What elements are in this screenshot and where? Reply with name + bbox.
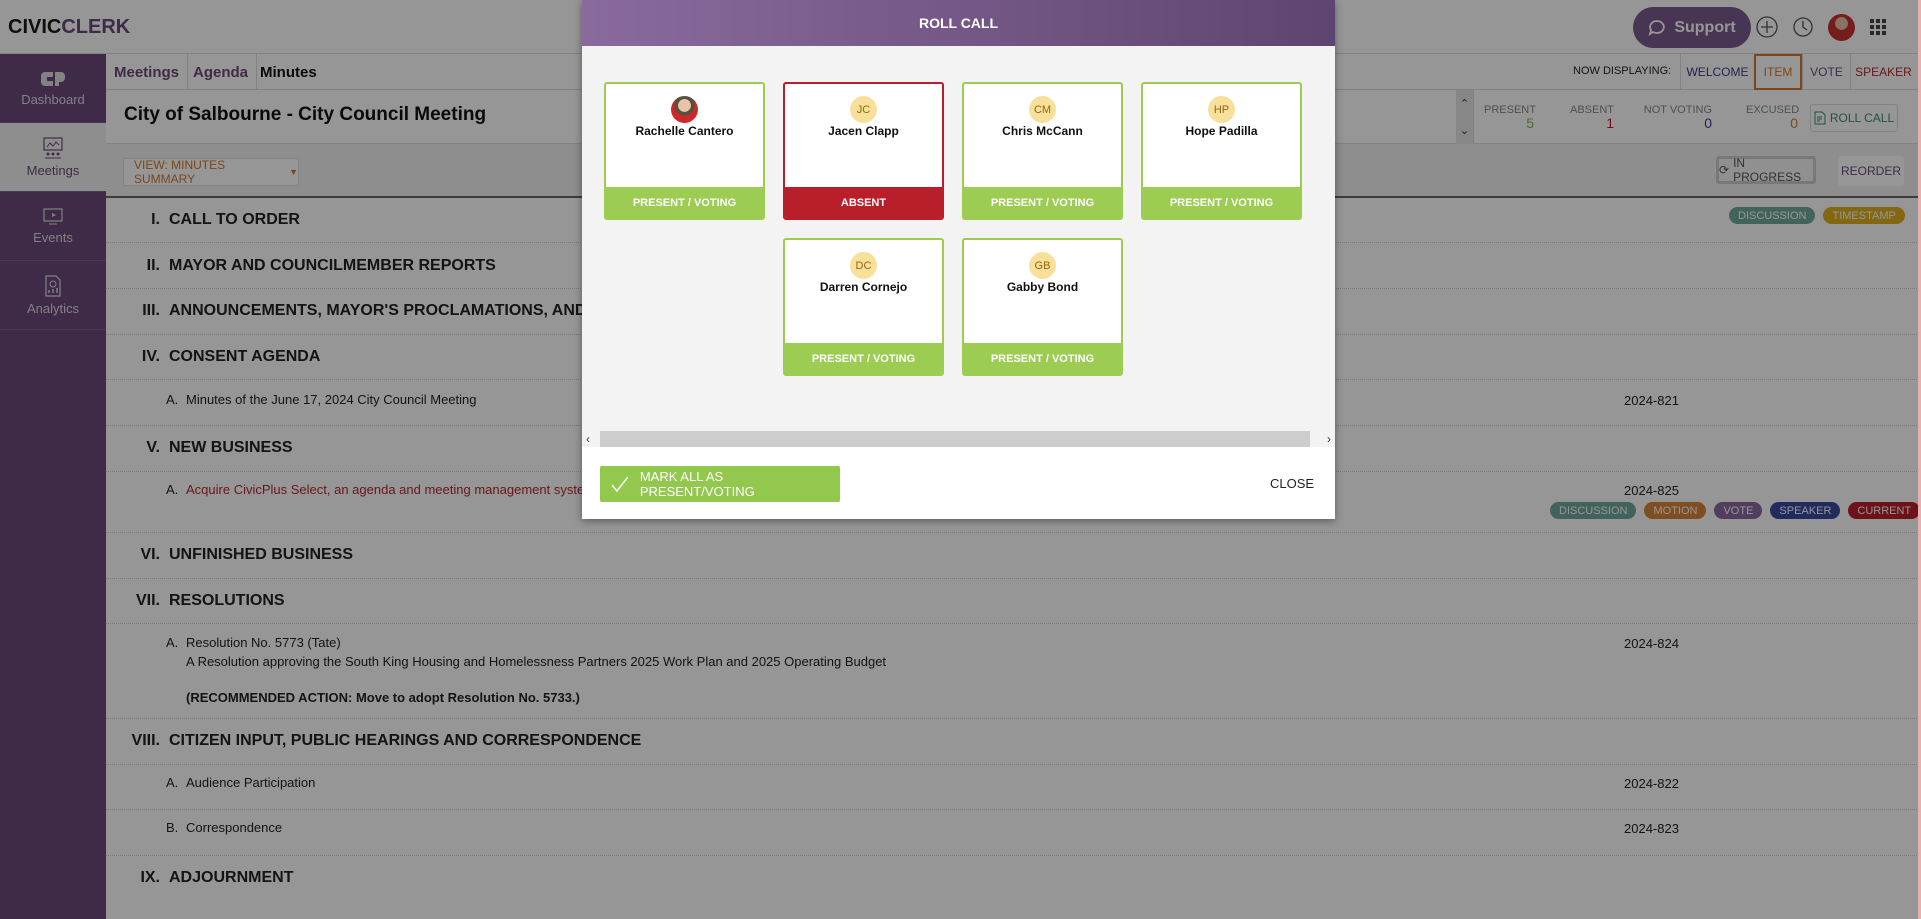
member-status-button[interactable]: PRESENT / VOTING (785, 343, 942, 374)
member-card[interactable]: HP Hope Padilla PRESENT / VOTING (1141, 82, 1302, 220)
member-initials-avatar: GB (1029, 252, 1056, 279)
member-status: PRESENT / VOTING (632, 196, 737, 209)
modal-footer: MARK ALL AS PRESENT/VOTING CLOSE (582, 447, 1335, 519)
modal-title: ROLL CALL (918, 15, 999, 31)
member-status-button[interactable]: ABSENT (785, 187, 942, 218)
member-initials-avatar: HP (1208, 96, 1235, 123)
member-status: PRESENT / VOTING (1169, 196, 1274, 209)
member-card[interactable]: DC Darren Cornejo PRESENT / VOTING (783, 238, 944, 376)
mark-all-label: MARK ALL AS PRESENT/VOTING (639, 469, 755, 499)
member-card[interactable]: Rachelle Cantero PRESENT / VOTING (604, 82, 765, 220)
mark-all-present-button[interactable]: MARK ALL AS PRESENT/VOTING (600, 466, 840, 502)
member-name: Jacen Clapp (828, 124, 899, 138)
member-status-button[interactable]: PRESENT / VOTING (964, 343, 1121, 374)
scroll-right-icon[interactable]: › (1327, 432, 1331, 446)
horizontal-scrollbar[interactable]: ‹ › (582, 431, 1335, 447)
member-status-button[interactable]: PRESENT / VOTING (1143, 187, 1300, 218)
member-name: Gabby Bond (1006, 280, 1079, 294)
member-initials-avatar: CM (1029, 96, 1056, 123)
member-card[interactable]: JC Jacen Clapp ABSENT (783, 82, 944, 220)
member-status: ABSENT (840, 196, 887, 209)
member-name: Chris McCann (1002, 124, 1083, 138)
modal-header: ROLL CALL (582, 0, 1335, 46)
roll-call-modal: ROLL CALL Rachelle Cantero PRESENT / VOT… (582, 0, 1335, 519)
checkmark-icon (611, 476, 629, 493)
member-status: PRESENT / VOTING (811, 352, 916, 365)
member-status: PRESENT / VOTING (990, 352, 1095, 365)
scrollbar-thumb[interactable] (600, 431, 1310, 447)
member-card[interactable]: GB Gabby Bond PRESENT / VOTING (962, 238, 1123, 376)
member-initials-avatar: DC (850, 252, 877, 279)
close-button[interactable]: CLOSE (1270, 476, 1314, 491)
member-status-button[interactable]: PRESENT / VOTING (606, 187, 763, 218)
scroll-left-icon[interactable]: ‹ (586, 432, 590, 446)
member-name: Darren Cornejo (819, 280, 908, 294)
member-initials-avatar: JC (850, 96, 877, 123)
member-status: PRESENT / VOTING (990, 196, 1095, 209)
member-photo (671, 96, 698, 123)
member-name: Hope Padilla (1185, 124, 1258, 138)
member-card[interactable]: CM Chris McCann PRESENT / VOTING (962, 82, 1123, 220)
member-name: Rachelle Cantero (635, 124, 734, 138)
member-status-button[interactable]: PRESENT / VOTING (964, 187, 1121, 218)
